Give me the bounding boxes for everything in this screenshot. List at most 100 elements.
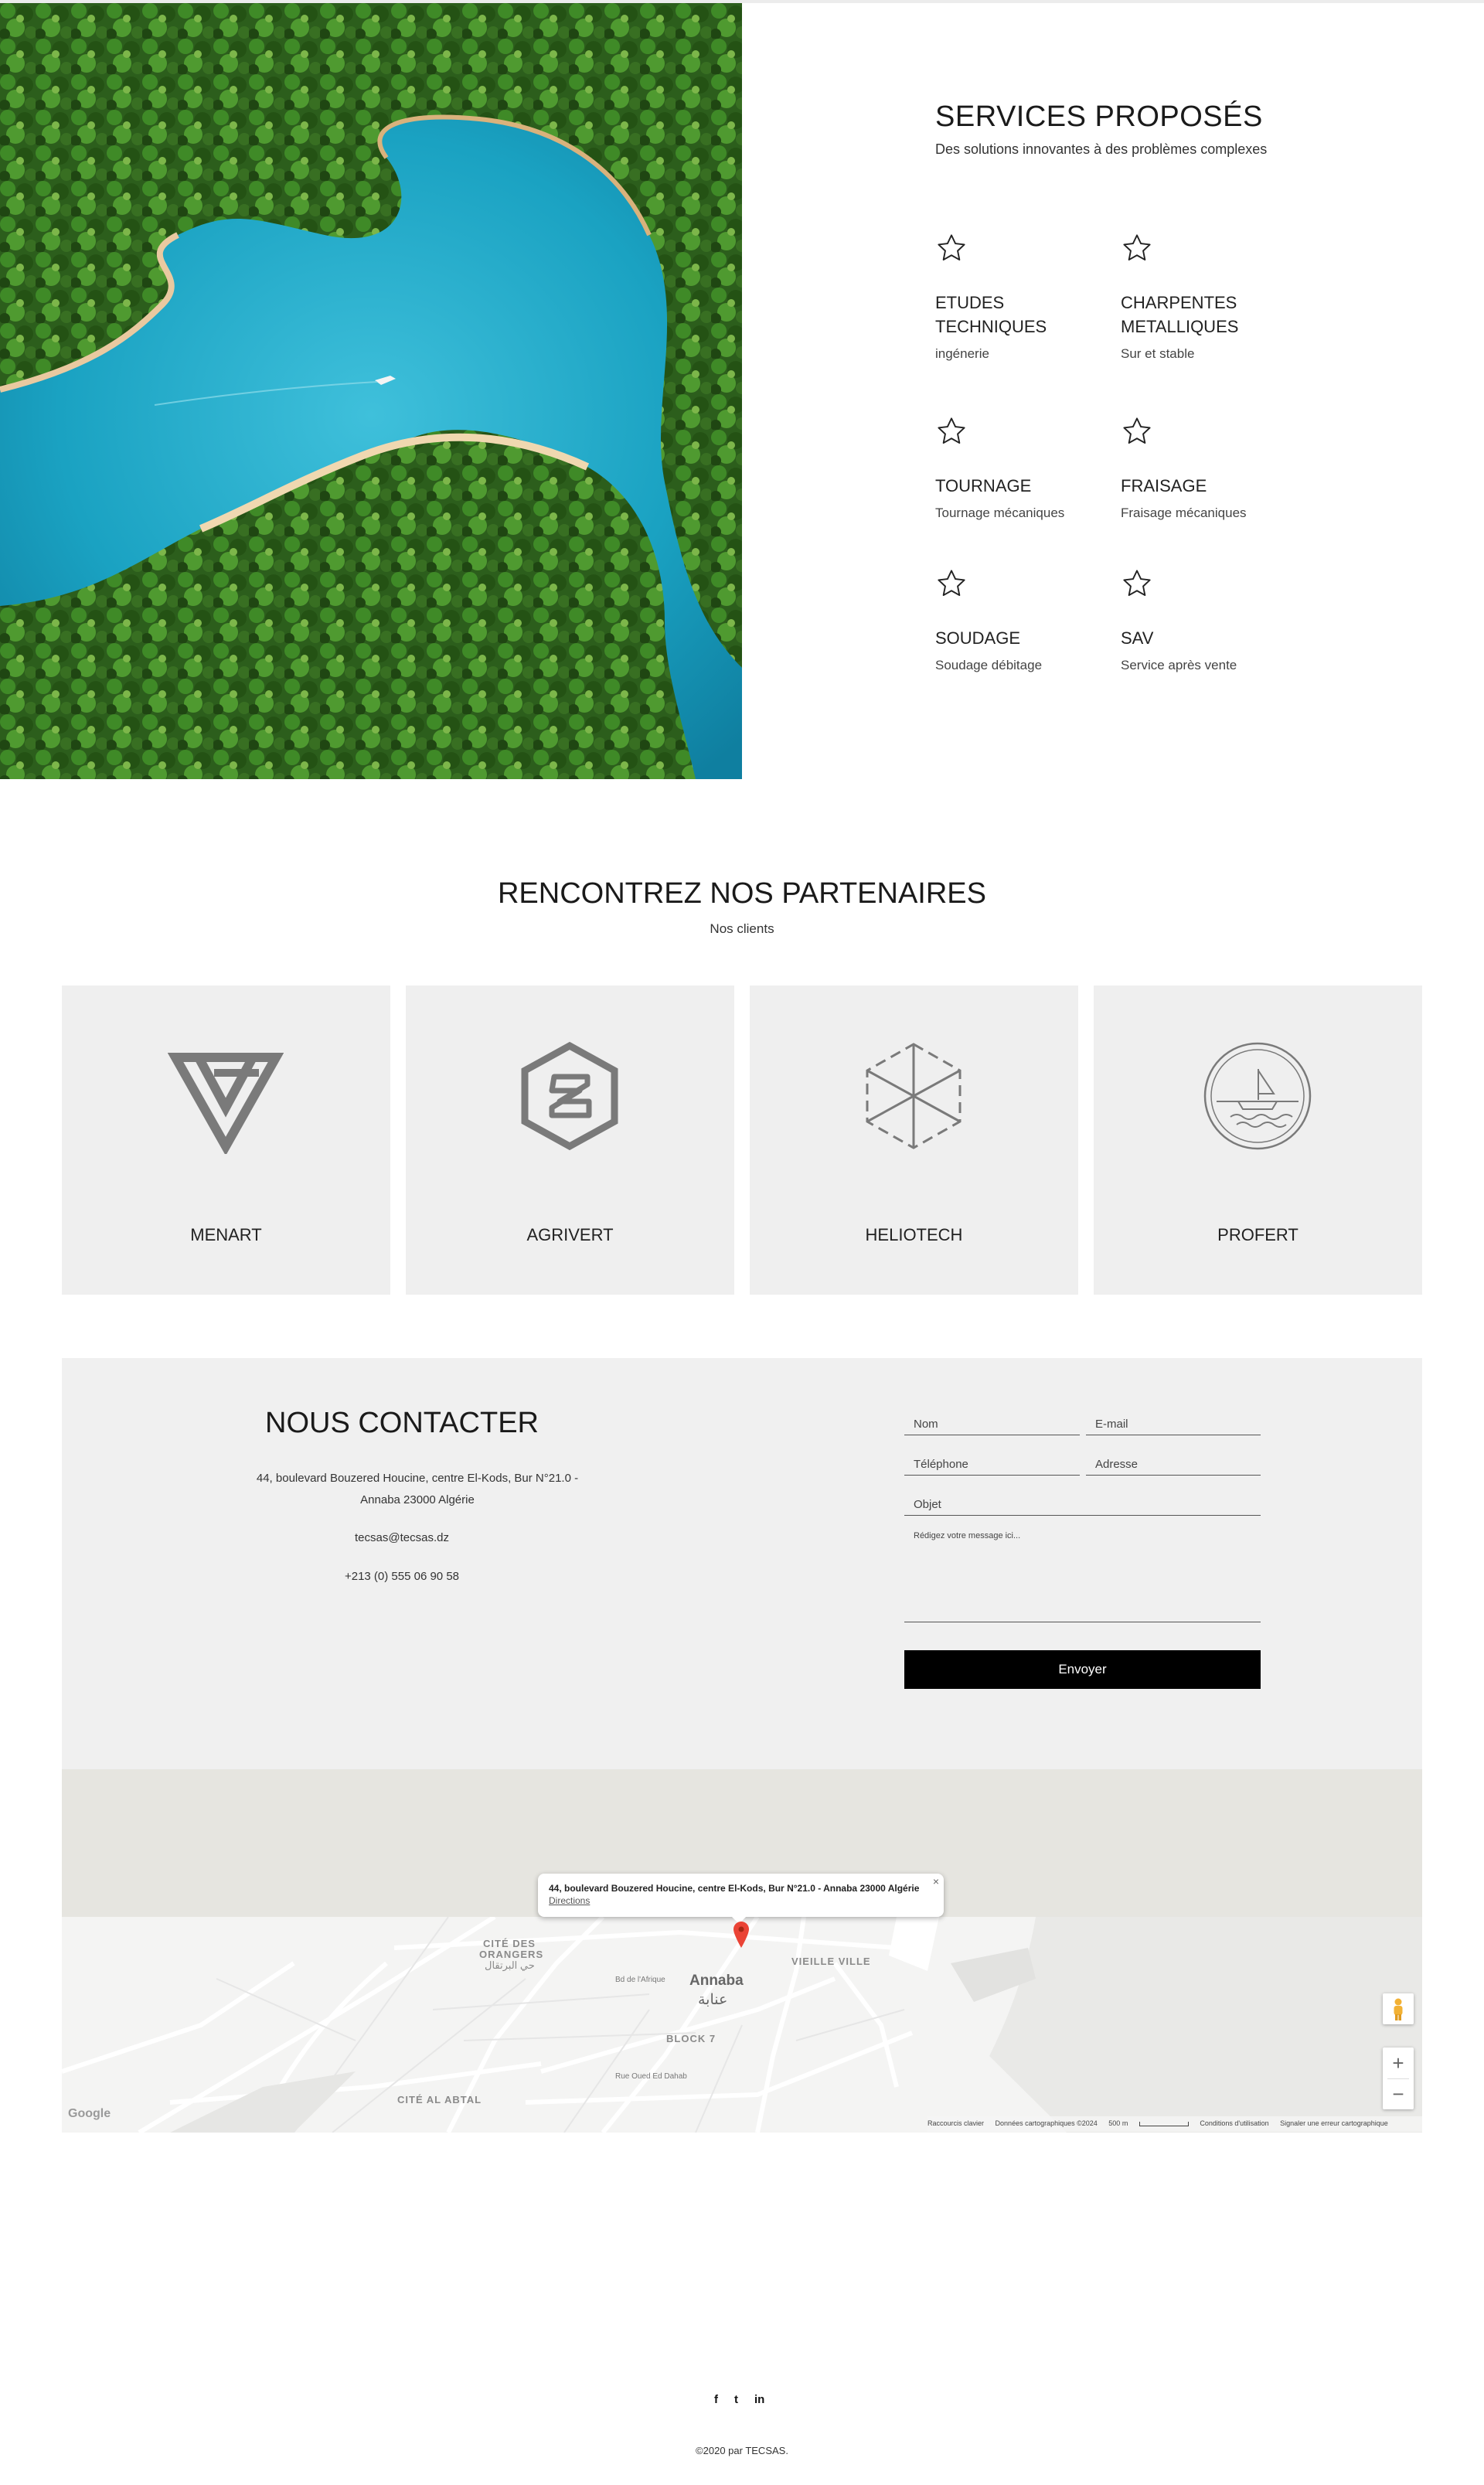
service-title: TOURNAGE [935, 476, 1032, 495]
service-item-sav: SAV Service après vente [1121, 567, 1298, 673]
phone-input[interactable] [904, 1446, 1080, 1475]
twitter-icon[interactable]: t [734, 2393, 738, 2406]
map-zoom-control: + − [1383, 2048, 1414, 2109]
cube-logo [866, 1043, 962, 1149]
service-desc: ingénerie [935, 346, 989, 361]
star-icon [938, 417, 965, 444]
map-attribution-bar: Raccourcis clavier Données cartographiqu… [928, 2116, 1422, 2132]
service-item-soudage: SOUDAGE Soudage débitage [935, 567, 1113, 673]
boat-circle-logo [1203, 1042, 1312, 1150]
social-bar: f t in [713, 2393, 771, 2408]
street-view-pegman-button[interactable] [1383, 1993, 1414, 2024]
subject-field[interactable] [904, 1486, 1261, 1516]
contact-phone: +213 (0) 555 06 90 58 [344, 1570, 460, 1583]
star-icon [938, 234, 965, 261]
partners-title: RENCONTREZ NOS PARTENAIRES [497, 877, 986, 910]
partner-card-profert[interactable]: PROFERT [1094, 985, 1422, 1295]
map-streets [62, 1917, 1422, 2133]
zoom-separator [1387, 2078, 1409, 2079]
star-icon [1123, 417, 1151, 444]
terms-link[interactable]: Conditions d'utilisation [1200, 2119, 1268, 2127]
popup-close-icon[interactable]: × [933, 1875, 939, 1888]
map-label-cite-orangers-ar: حي البرتقال [485, 1959, 535, 1971]
map-label-city-ar: عنابة [698, 1992, 728, 2008]
partner-card-agrivert[interactable]: AGRIVERT [406, 985, 734, 1295]
partners-subtitle: Nos clients [710, 921, 774, 936]
map-data-credit: Données cartographiques ©2024 [995, 2119, 1098, 2127]
pegman-icon [1394, 1998, 1403, 2020]
phone-field[interactable] [904, 1446, 1080, 1476]
map-label-city: Annaba [689, 1973, 744, 1989]
email-input[interactable] [1086, 1406, 1261, 1435]
partners-header: RENCONTREZ NOS PARTENAIRES Nos clients [0, 877, 1484, 937]
google-logo: Google [68, 2107, 111, 2120]
service-title: SAV [1121, 628, 1154, 648]
message-textarea[interactable] [904, 1520, 1261, 1622]
triangle-logo [168, 1053, 284, 1154]
popup-address: 44, boulevard Bouzered Houcine, centre E… [549, 1883, 920, 1894]
map-label-cite-orangers-1: CITÉ DES [483, 1938, 536, 1949]
map-label-cite-orangers-2: ORANGERS [479, 1949, 544, 1960]
service-desc: Service après vente [1121, 658, 1237, 672]
linkedin-icon[interactable]: in [754, 2393, 764, 2406]
service-item-charpentes: CHARPENTES METALLIQUES Sur et stable [1121, 232, 1298, 362]
partner-name: MENART [190, 1225, 262, 1244]
star-icon [1123, 234, 1151, 261]
service-desc: Tournage mécaniques [935, 506, 1065, 520]
map-pin-icon[interactable] [733, 1922, 749, 1948]
service-desc: Sur et stable [1121, 346, 1195, 361]
contact-email[interactable]: tecsas@tecsas.dz [62, 1531, 742, 1544]
services-section: SERVICES PROPOSÉS Des solutions innovant… [935, 100, 1368, 672]
address-field[interactable] [1086, 1446, 1261, 1476]
zoom-in-button[interactable]: + [1383, 2048, 1414, 2078]
map-label-vieille-ville: VIEILLE VILLE [791, 1956, 871, 1967]
service-desc: Fraisage mécaniques [1121, 506, 1247, 520]
address-line-2: Annaba 23000 Algérie [360, 1493, 475, 1506]
name-input[interactable] [904, 1406, 1080, 1435]
address-line-1: 44, boulevard Bouzered Houcine, centre E… [256, 1472, 579, 1485]
address-input[interactable] [1086, 1446, 1261, 1475]
map-street-ouled: Rue Oued Ed Dahab [615, 2072, 687, 2081]
hexagon-s-logo [521, 1041, 618, 1151]
service-desc: Soudage débitage [935, 658, 1043, 672]
service-title: CHARPENTES METALLIQUES [1121, 293, 1239, 336]
map-embed[interactable]: CITÉ DES ORANGERS حي البرتقال VIEILLE VI… [62, 1769, 1422, 2133]
service-title: ETUDES TECHNIQUES [935, 293, 1047, 336]
contact-address: 44, boulevard Bouzered Houcine, centre E… [236, 1468, 599, 1511]
map-info-popup: 44, boulevard Bouzered Houcine, centre E… [538, 1874, 944, 1917]
copyright-text: ©2020 par TECSAS. [696, 2445, 788, 2456]
service-title: SOUDAGE [935, 628, 1021, 648]
hero-aerial-river-image [0, 3, 742, 779]
contact-title: NOUS CONTACTER [265, 1407, 539, 1439]
directions-link[interactable]: Directions [549, 1895, 933, 1906]
message-field[interactable] [904, 1520, 1261, 1622]
partner-name: AGRIVERT [526, 1225, 614, 1244]
name-field[interactable] [904, 1406, 1080, 1435]
service-item-tournage: TOURNAGE Tournage mécaniques [935, 415, 1113, 521]
partner-card-heliotech[interactable]: HELIOTECH [750, 985, 1078, 1295]
services-subtitle: Des solutions innovantes à des problèmes… [935, 141, 1268, 157]
map-scale-label[interactable]: 500 m [1108, 2119, 1128, 2127]
star-icon [938, 570, 965, 597]
facebook-icon[interactable]: f [714, 2393, 718, 2406]
star-icon [1123, 570, 1151, 597]
zoom-out-button[interactable]: − [1383, 2078, 1414, 2109]
contact-section: NOUS CONTACTER 44, boulevard Bouzered Ho… [62, 1358, 1422, 1769]
subject-input[interactable] [904, 1486, 1261, 1515]
service-title: FRAISAGE [1121, 476, 1207, 495]
partner-card-menart[interactable]: MENART [62, 985, 390, 1295]
services-title: SERVICES PROPOSÉS [935, 100, 1263, 133]
service-item-fraisage: FRAISAGE Fraisage mécaniques [1121, 415, 1298, 521]
service-item-etudes: ETUDES TECHNIQUES ingénerie [935, 232, 1113, 362]
report-error-link[interactable]: Signaler une erreur cartographique [1280, 2119, 1388, 2127]
map-scale-bar [1139, 2121, 1189, 2126]
send-button[interactable]: Envoyer [904, 1650, 1261, 1689]
hero-image-illustration [0, 3, 742, 779]
keyboard-shortcuts-link[interactable]: Raccourcis clavier [928, 2119, 984, 2127]
partner-name: HELIOTECH [865, 1225, 963, 1244]
partner-name: PROFERT [1217, 1225, 1298, 1244]
map-label-block7: BLOCK 7 [666, 2033, 716, 2044]
map-street-afrique: Bd de l'Afrique [615, 1976, 665, 1984]
email-field[interactable] [1086, 1406, 1261, 1435]
map-label-cite-al-abtal: CITÉ AL ABTAL [397, 2094, 482, 2105]
